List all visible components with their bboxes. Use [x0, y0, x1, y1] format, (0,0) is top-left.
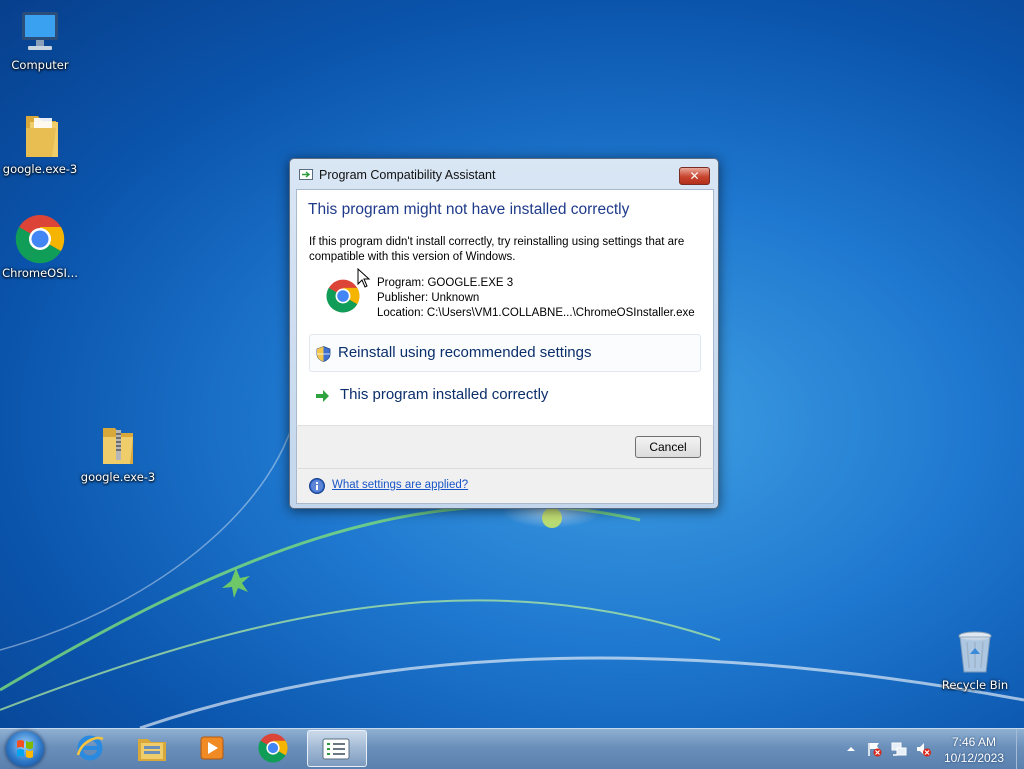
network-icon[interactable]: [891, 741, 907, 757]
reinstall-recommended-button[interactable]: Reinstall using recommended settings: [309, 334, 701, 372]
taskbar-chrome[interactable]: [245, 730, 301, 767]
windows-explorer-icon: [138, 739, 166, 761]
compatibility-assistant-icon: [322, 738, 350, 760]
info-icon: [309, 478, 325, 494]
dialog-body: This program might not have installed co…: [296, 189, 714, 426]
dialog-heading: This program might not have installed co…: [308, 201, 630, 218]
program-name: Program: GOOGLE.EXE 3: [377, 277, 514, 289]
settings-applied-link[interactable]: What settings are applied?: [332, 479, 468, 491]
taskbar-clock[interactable]: 7:46 AM 10/12/2023: [934, 734, 1014, 766]
windows-logo-icon: [17, 740, 33, 758]
internet-explorer-icon: [76, 735, 104, 761]
clock-date: 10/12/2023: [943, 751, 1005, 765]
installed-correctly-button[interactable]: This program installed correctly: [309, 377, 701, 415]
desktop-icon-recycle-bin[interactable]: Recycle Bin: [935, 630, 1015, 692]
chrome-icon: [258, 733, 288, 763]
taskbar-compatibility-assistant[interactable]: [307, 730, 367, 767]
dialog-button-bar: Cancel: [296, 425, 714, 469]
taskbar: 7:46 AM 10/12/2023: [0, 728, 1024, 769]
compatibility-dialog: Program Compatibility Assistant ✕ This p…: [289, 158, 719, 509]
compatibility-assistant-icon: [299, 169, 313, 180]
chrome-icon: [326, 279, 360, 313]
shield-icon: [316, 346, 331, 362]
desktop-icon-label: google.exe-3: [80, 470, 156, 484]
computer-icon: [22, 12, 58, 50]
taskbar-media-player[interactable]: [184, 730, 240, 767]
taskbar-internet-explorer[interactable]: [62, 730, 118, 767]
chrome-icon: [15, 215, 65, 264]
action-center-flag-icon[interactable]: [866, 741, 882, 757]
green-arrow-icon: [316, 390, 329, 402]
desktop-icon-label: Recycle Bin: [941, 678, 1009, 692]
desktop-icon-chromeosinstaller[interactable]: ChromeOSI...: [0, 214, 80, 280]
media-player-icon: [200, 736, 224, 760]
close-button[interactable]: ✕: [679, 167, 710, 185]
cancel-button[interactable]: Cancel: [635, 436, 701, 458]
desktop: Computer google.exe-3 ChromeOSI... googl…: [0, 0, 1024, 728]
program-location: Location: C:\Users\VM1.COLLABNE...\Chrom…: [377, 307, 695, 319]
volume-muted-icon[interactable]: [915, 741, 931, 757]
desktop-icon-computer[interactable]: Computer: [0, 8, 80, 72]
program-publisher: Publisher: Unknown: [377, 292, 480, 304]
dialog-help-bar: What settings are applied?: [296, 468, 714, 504]
installed-correctly-label: This program installed correctly: [340, 386, 549, 403]
clock-time: 7:46 AM: [951, 735, 997, 749]
desktop-icon-label: google.exe-3: [2, 162, 78, 176]
folder-icon: [26, 116, 58, 157]
program-details: Program: GOOGLE.EXE 3 Publisher: Unknown…: [377, 276, 695, 321]
desktop-icon-google-exe-zip[interactable]: google.exe-3: [78, 422, 158, 484]
mouse-cursor-icon: [357, 268, 371, 288]
taskbar-windows-explorer[interactable]: [123, 730, 179, 767]
dialog-titlebar[interactable]: Program Compatibility Assistant ✕: [290, 159, 718, 189]
start-button[interactable]: [6, 731, 44, 767]
reinstall-recommended-label: Reinstall using recommended settings: [338, 344, 592, 361]
desktop-icon-label: Computer: [11, 58, 69, 72]
dialog-description: If this program didn't install correctly…: [309, 236, 685, 263]
recycle-bin-icon: [958, 631, 992, 673]
desktop-icon-google-exe-folder[interactable]: google.exe-3: [0, 110, 80, 176]
dialog-title: Program Compatibility Assistant: [319, 168, 496, 182]
show-hidden-icons-chevron-icon[interactable]: [843, 741, 859, 757]
desktop-icon-label: ChromeOSI...: [2, 266, 78, 280]
zip-folder-icon: [103, 428, 133, 464]
show-desktop-button[interactable]: [1016, 729, 1024, 769]
